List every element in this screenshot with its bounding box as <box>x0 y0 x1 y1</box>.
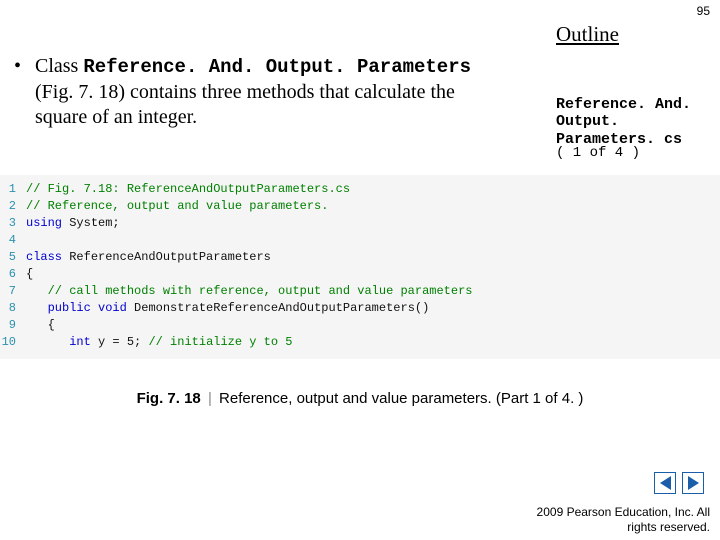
line-number: 10 <box>0 334 26 351</box>
line-number: 9 <box>0 317 26 334</box>
code-content <box>26 232 720 249</box>
bullet-rest: (Fig. 7. 18) contains three methods that… <box>35 81 455 128</box>
code-line: 10 int y = 5; // initialize y to 5 <box>0 334 720 351</box>
code-content: int y = 5; // initialize y to 5 <box>26 334 720 351</box>
bullet-marker: • <box>14 54 30 79</box>
next-button[interactable] <box>682 472 704 494</box>
bullet-prefix: Class <box>35 55 83 77</box>
code-content: using System; <box>26 215 720 232</box>
caption-figno: Fig. 7. 18 <box>137 390 201 407</box>
line-number: 8 <box>0 300 26 317</box>
file-label: Reference. And. Output. Parameters. cs <box>556 96 720 148</box>
line-number: 6 <box>0 266 26 283</box>
nav-buttons <box>654 472 704 494</box>
code-line: 7 // call methods with reference, output… <box>0 283 720 300</box>
code-content: // Fig. 7.18: ReferenceAndOutputParamete… <box>26 181 720 198</box>
triangle-right-icon <box>688 476 699 490</box>
code-listing: 1// Fig. 7.18: ReferenceAndOutputParamet… <box>0 175 720 359</box>
caption-pipe: | <box>205 390 215 407</box>
code-content: // call methods with reference, output a… <box>26 283 720 300</box>
line-number: 7 <box>0 283 26 300</box>
part-count: ( 1 of 4 ) <box>556 145 640 161</box>
code-line: 5class ReferenceAndOutputParameters <box>0 249 720 266</box>
bullet-classname: Reference. And. Output. Parameters <box>83 56 471 78</box>
code-line: 3using System; <box>0 215 720 232</box>
code-content: // Reference, output and value parameter… <box>26 198 720 215</box>
code-content: public void DemonstrateReferenceAndOutpu… <box>26 300 720 317</box>
line-number: 1 <box>0 181 26 198</box>
caption-text: Reference, output and value parameters. … <box>219 390 583 407</box>
code-line: 9 { <box>0 317 720 334</box>
triangle-left-icon <box>660 476 671 490</box>
code-line: 6{ <box>0 266 720 283</box>
line-number: 5 <box>0 249 26 266</box>
code-line: 2// Reference, output and value paramete… <box>0 198 720 215</box>
outline-heading: Outline <box>556 22 619 47</box>
code-line: 1// Fig. 7.18: ReferenceAndOutputParamet… <box>0 181 720 198</box>
code-content: { <box>26 317 720 334</box>
copyright: 2009 Pearson Education, Inc. All rights … <box>520 505 710 534</box>
page-number: 95 <box>697 4 710 18</box>
code-line: 8 public void DemonstrateReferenceAndOut… <box>0 300 720 317</box>
bullet-paragraph: • Class Reference. And. Output. Paramete… <box>14 54 499 130</box>
line-number: 4 <box>0 232 26 249</box>
bullet-text: Class Reference. And. Output. Parameters… <box>35 54 497 130</box>
line-number: 3 <box>0 215 26 232</box>
code-content: { <box>26 266 720 283</box>
code-line: 4 <box>0 232 720 249</box>
prev-button[interactable] <box>654 472 676 494</box>
line-number: 2 <box>0 198 26 215</box>
code-content: class ReferenceAndOutputParameters <box>26 249 720 266</box>
figure-caption: Fig. 7. 18 | Reference, output and value… <box>0 390 720 407</box>
